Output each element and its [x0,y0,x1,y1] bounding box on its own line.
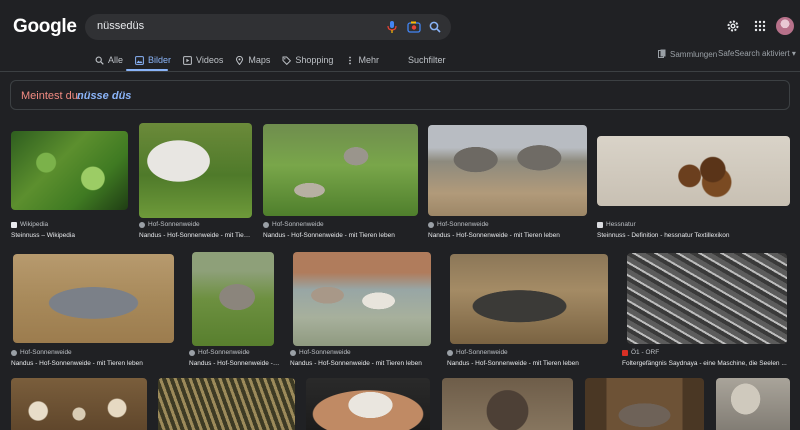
result-source: Hessnatur [597,221,636,228]
suchfilter-button[interactable]: Suchfilter [408,55,446,65]
result-source: Hof-Sonnenweide [11,349,72,356]
image-result-thumbnail[interactable] [442,378,573,430]
result-caption[interactable]: Steinnuss - Definition - hessnatur Texti… [597,232,790,239]
search-icon [95,56,104,65]
tab-shopping[interactable]: Shopping [282,54,333,66]
result-thumbnail[interactable] [192,252,274,346]
tab-mehr[interactable]: Mehr [345,54,379,66]
result-caption[interactable]: Nandus - Hof-Sonnenweide - mit Tieren le… [189,360,281,367]
result-source: Hof-Sonnenweide [290,349,351,356]
chevron-down-icon: ▾ [791,49,796,58]
result-source: Hof-Sonnenweide [428,221,489,228]
result-thumbnail[interactable] [450,254,608,344]
result-caption[interactable]: Nandus - Hof-Sonnenweide - mit Tieren le… [139,232,252,239]
result-thumbnail[interactable] [139,123,252,218]
result-thumbnail[interactable] [293,252,431,346]
did-you-mean-suggestion-link[interactable]: nüsse düs [77,90,131,102]
globe-favicon-icon [139,221,145,228]
result-caption[interactable]: Nandus - Hof-Sonnenweide - mit Tieren le… [428,232,587,239]
image-result-thumbnail[interactable] [158,378,295,430]
wikipedia-favicon-icon [11,221,17,228]
sammlungen-button[interactable]: Sammlungen [658,49,717,60]
tab-label: Videos [196,55,224,65]
result-source: Hof-Sonnenweide [189,349,250,356]
globe-favicon-icon [263,221,269,228]
result-caption[interactable]: Steinnuss – Wikipedia [11,232,131,239]
tab-label: Mehr [358,55,379,65]
image-result-thumbnail[interactable] [306,378,430,430]
tab-label: Alle [108,55,124,65]
google-logo[interactable]: Google [13,16,77,38]
result-source: Hof-Sonnenweide [263,221,324,228]
settings-gear-icon[interactable] [725,18,741,34]
did-you-mean-label: Meintest du: [21,90,81,102]
tab-bilder[interactable]: Bilder [135,54,171,66]
bookmark-collection-icon [658,49,666,60]
image-result-thumbnail[interactable] [11,378,147,430]
globe-favicon-icon [447,349,453,356]
video-icon [183,55,192,65]
search-input[interactable]: nüssedüs [97,20,144,32]
search-box[interactable]: nüssedüs [85,14,451,40]
camera-lens-icon[interactable] [406,19,422,35]
orf-favicon-icon [622,349,628,356]
tab-label: Maps [248,55,271,65]
globe-favicon-icon [428,221,434,228]
result-caption[interactable]: Nandus - Hof-Sonnenweide - mit Tieren le… [290,360,435,367]
globe-favicon-icon [11,349,17,356]
safesearch-toggle[interactable]: SafeSearch aktiviert ▾ [718,49,796,58]
image-icon [135,55,144,65]
tab-alle[interactable]: Alle [95,54,123,66]
result-source: Ö1 - ORF [622,349,659,356]
more-vertical-icon [345,56,354,65]
result-source: Hof-Sonnenweide [447,349,508,356]
header-divider [0,71,800,72]
tab-maps[interactable]: Maps [235,54,270,66]
tab-label: Bilder [148,55,172,65]
safesearch-label: SafeSearch aktiviert [718,49,790,58]
did-you-mean-banner: Meintest du: nüsse düs [10,80,790,110]
microphone-icon[interactable] [384,19,400,35]
apps-grid-icon[interactable] [752,18,768,34]
hessnatur-favicon-icon [597,221,603,228]
result-thumbnail[interactable] [11,131,128,210]
tab-label: Shopping [295,55,334,65]
result-caption[interactable]: Nandus - Hof-Sonnenweide - mit Tieren le… [11,360,176,367]
result-thumbnail[interactable] [428,125,587,216]
map-pin-icon [235,55,244,65]
result-thumbnail[interactable] [597,136,790,206]
globe-favicon-icon [290,349,296,356]
result-caption[interactable]: Nandus - Hof-Sonnenweide - mit Tieren le… [447,360,609,367]
result-thumbnail[interactable] [13,254,174,343]
result-source: Hof-Sonnenweide [139,221,200,228]
account-avatar[interactable] [776,17,794,35]
result-source: Wikipedia [11,221,48,228]
result-thumbnail[interactable] [263,124,418,216]
sammlungen-label: Sammlungen [670,50,718,59]
tab-videos[interactable]: Videos [183,54,223,66]
search-icon[interactable] [427,19,443,35]
globe-favicon-icon [189,349,195,356]
tag-icon [282,56,292,65]
result-thumbnail[interactable] [627,253,787,344]
result-caption[interactable]: Nandus - Hof-Sonnenweide - mit Tieren le… [263,232,418,239]
image-result-thumbnail[interactable] [585,378,704,430]
image-result-thumbnail[interactable] [716,378,790,430]
result-caption[interactable]: Foltergefängnis Saydnaya - eine Maschine… [622,360,790,367]
